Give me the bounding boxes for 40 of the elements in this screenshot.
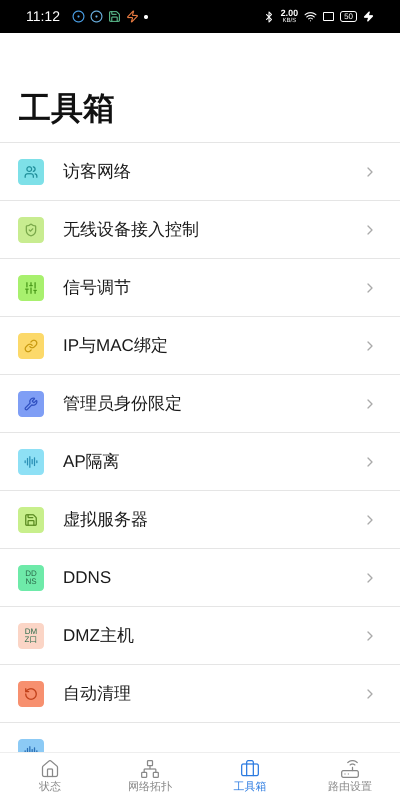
menu-item-label: DMZ主机: [63, 624, 134, 647]
nav-tab[interactable]: 网络拓扑: [100, 753, 200, 800]
menu-item-label: 管理员身份限定: [63, 392, 182, 415]
menu-item-label: 虚拟服务器: [63, 508, 148, 531]
toolbox-icon: [240, 759, 260, 779]
menu-item-label: 自动清理: [63, 682, 131, 705]
menu-item-label: DDNS: [63, 566, 112, 589]
menu-item-label: 访客网络: [63, 160, 131, 183]
app-icon: [126, 10, 139, 23]
battery-level: 50: [340, 11, 357, 22]
status-time: 11:12: [26, 7, 60, 26]
text-icon: DM Z口: [18, 622, 44, 648]
text-icon: DD NS: [18, 564, 44, 590]
menu-item[interactable]: 无线设备接入控制: [0, 201, 400, 259]
charging-icon: [363, 11, 374, 22]
nav-tab[interactable]: 工具箱: [200, 753, 300, 800]
screen-icon: [323, 12, 334, 21]
menu-item[interactable]: 自动清理: [0, 665, 400, 723]
app-icon: [72, 10, 85, 23]
network-icon: [140, 759, 160, 779]
network-speed: 2.00: [280, 8, 298, 16]
menu-item-label: IP与MAC绑定: [63, 334, 168, 357]
menu-item-label: AP隔离: [63, 450, 120, 473]
app-icon: [108, 10, 121, 23]
nav-tab[interactable]: 状态: [0, 753, 100, 800]
menu-item[interactable]: 虚拟服务器: [0, 491, 400, 549]
menu-item-label: 无线设备接入控制: [63, 218, 199, 241]
menu-item[interactable]: 访客网络: [0, 143, 400, 201]
app-icon: [90, 10, 103, 23]
menu-item[interactable]: IP与MAC绑定: [0, 317, 400, 375]
home-icon: [40, 759, 60, 779]
menu-item[interactable]: AP隔离: [0, 433, 400, 491]
menu-item[interactable]: DD NS DDNS: [0, 549, 400, 607]
nav-tab[interactable]: 路由设置: [300, 753, 400, 800]
menu-item-label: 信号调节: [63, 276, 131, 299]
page-title: 工具箱: [19, 89, 115, 128]
router-icon: [340, 759, 360, 779]
menu-item[interactable]: DM Z口 DMZ主机: [0, 607, 400, 665]
menu-item[interactable]: 管理员身份限定: [0, 375, 400, 433]
menu-item[interactable]: 信号调节: [0, 259, 400, 317]
